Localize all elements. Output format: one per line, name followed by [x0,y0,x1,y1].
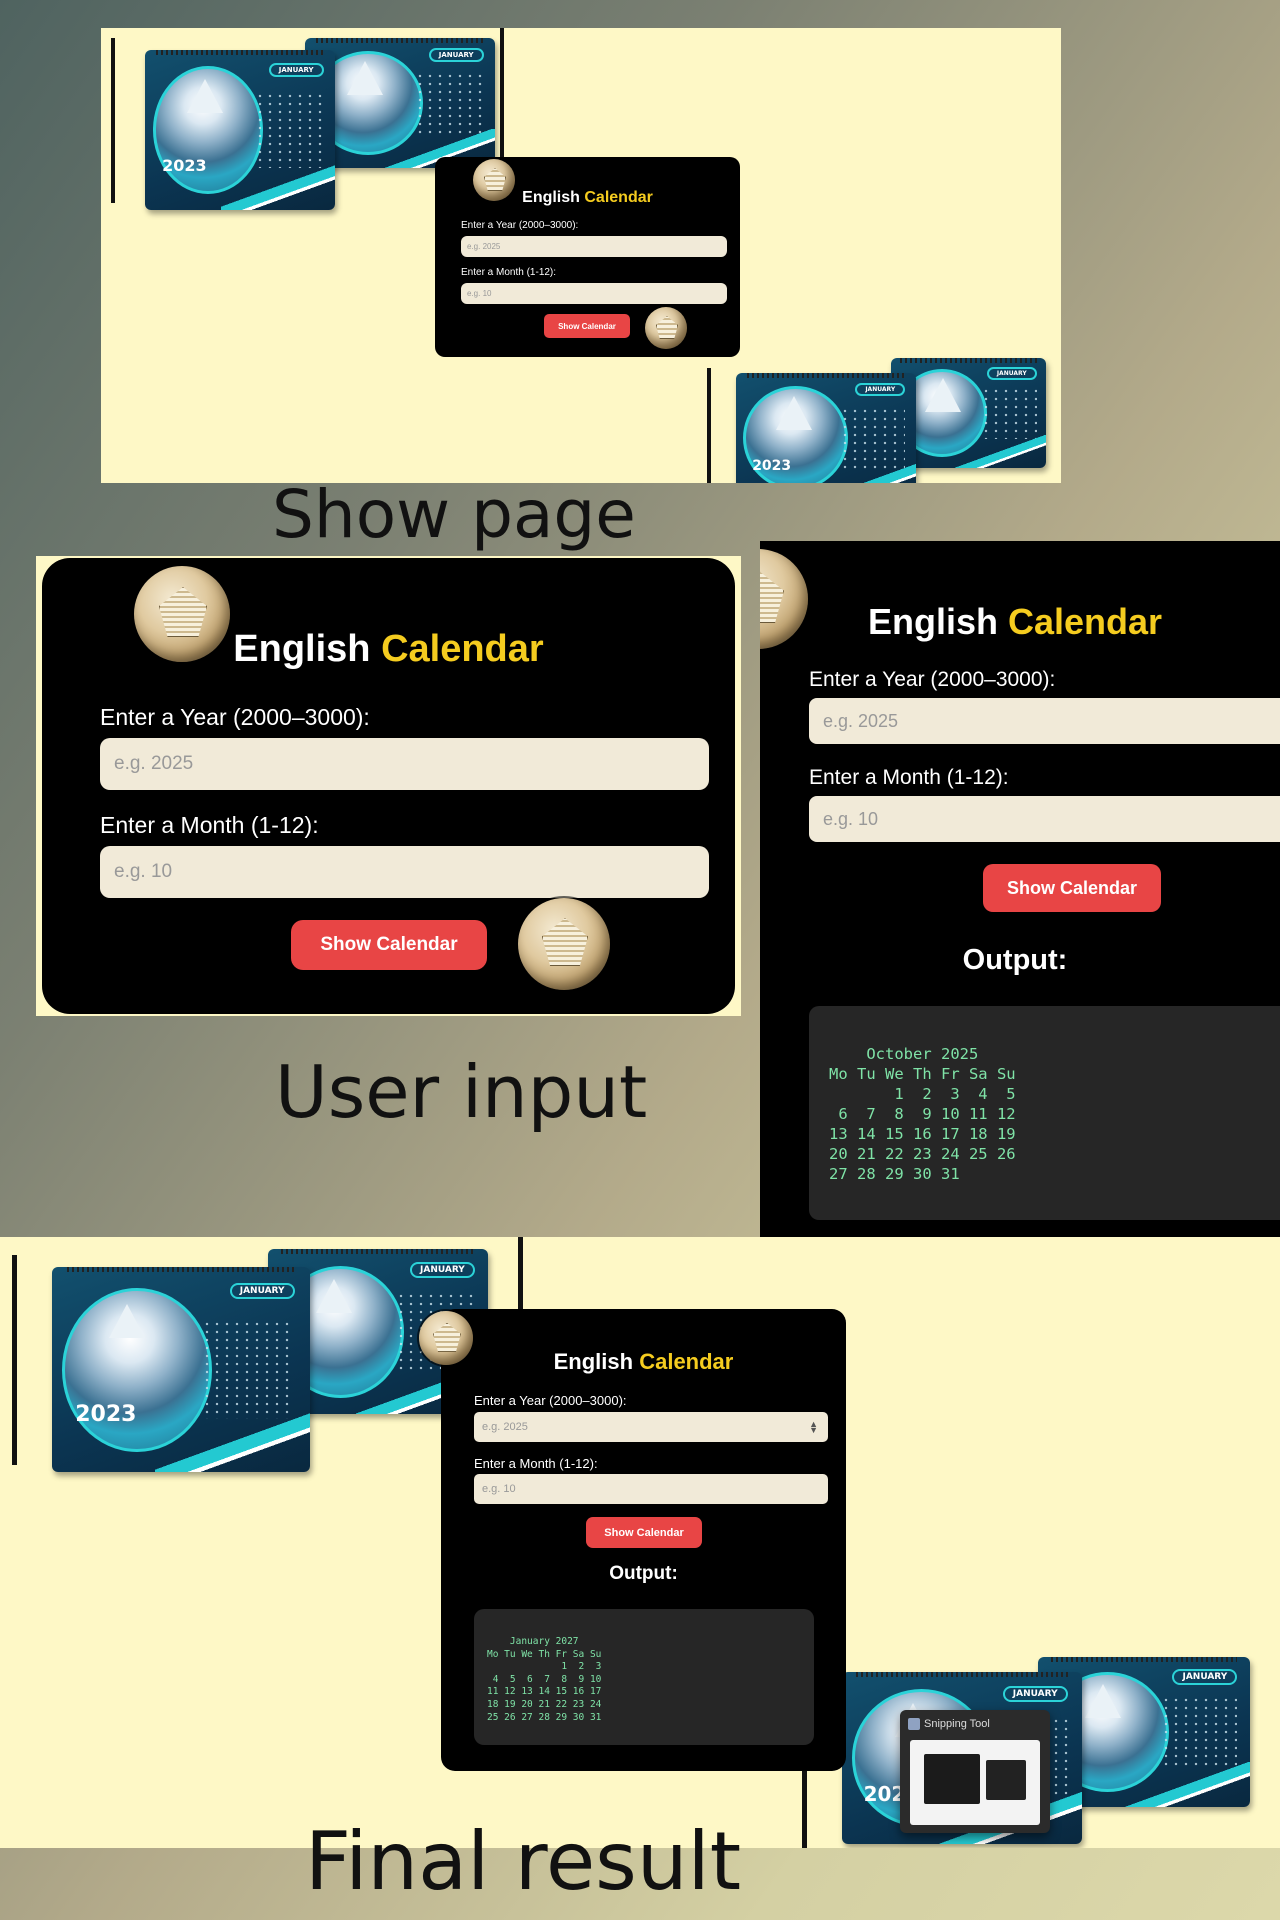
month-input[interactable]: e.g. 10 [809,796,1280,842]
output-heading: Output: [962,944,1068,976]
calendar-app-panel: English Calendar Enter a Year (2000–3000… [42,558,735,1014]
month-input[interactable]: e.g. 10 [100,846,709,898]
month-input[interactable]: e.g. 10 [461,283,727,304]
app-title: English Calendar [522,189,653,206]
snipping-tool-icon [908,1718,920,1730]
year-stepper-icon[interactable]: ▲ ▼ [809,1420,818,1435]
year-label: Enter a Year (2000–3000): [474,1393,627,1408]
year-input[interactable]: e.g. 2025 [809,698,1280,744]
desk-calendar-illustration: JANUARY 2023 JANUARY Snipping Tool [780,1627,1280,1848]
month-label: Enter a Month (1-12): [474,1456,598,1471]
app-title: English Calendar [867,601,1163,642]
year-input[interactable]: e.g. 2025 ▲ ▼ [474,1412,828,1442]
calendar-output-text: October 2025 Mo Tu We Th Fr Sa Su 1 2 3 … [829,1045,1016,1183]
month-input[interactable]: e.g. 10 [474,1474,828,1504]
dodecahedron-calendar-icon [645,307,687,349]
output-box: January 2027 Mo Tu We Th Fr Sa Su 1 2 3 … [474,1609,814,1745]
month-label: Enter a Month (1-12): [100,812,319,838]
year-input[interactable]: e.g. 2025 [461,236,727,257]
year-label: Enter a Year (2000–3000): [809,668,1056,691]
year-label: Enter a Year (2000–3000): [461,220,579,231]
calendar-app-panel: English Calendar Enter a Year (2000–3000… [419,1309,846,1771]
calendar-app-output-panel: English Calendar Enter a Year (2000–3000… [760,541,1280,1237]
show-calendar-button[interactable]: Show Calendar [291,920,487,970]
snipping-tool-preview [910,1740,1040,1825]
snipping-tool-window[interactable]: Snipping Tool [900,1710,1050,1833]
dodecahedron-calendar-icon [518,898,610,990]
caption-user-input: User input [275,1050,648,1134]
show-calendar-button[interactable]: Show Calendar [983,864,1161,912]
month-label: Enter a Month (1-12): [809,766,1009,789]
app-title: English Calendar [553,1349,734,1374]
user-input-screenshot: English Calendar Enter a Year (2000–3000… [36,556,741,1016]
caption-show-page: Show page [272,476,636,553]
calendar-app-panel: English Calendar Enter a Year (2000–3000… [435,157,740,357]
output-box: October 2025 Mo Tu We Th Fr Sa Su 1 2 3 … [809,1006,1280,1220]
year-label: Enter a Year (2000–3000): [100,704,370,730]
final-result-screenshot: JANUARY 2023 JANUARY JANUARY 2023 JANUAR… [0,1237,1280,1848]
desk-calendar-illustration: JANUARY 2023 JANUARY [701,328,1061,483]
show-calendar-button[interactable]: Show Calendar [544,314,630,338]
output-heading: Output: [609,1563,678,1584]
app-title: English Calendar [233,628,544,670]
calendar-output-text: January 2027 Mo Tu We Th Fr Sa Su 1 2 3 … [487,1636,602,1723]
year-input[interactable]: e.g. 2025 [100,738,709,790]
show-calendar-button[interactable]: Show Calendar [586,1517,702,1548]
snipping-tool-title: Snipping Tool [924,1718,990,1730]
month-label: Enter a Month (1-12): [461,267,557,278]
caption-final-result: Final result [305,1815,742,1908]
show-page-screenshot: JANUARY 2023 JANUARY JANUARY 2023 JANUAR… [101,28,1061,483]
